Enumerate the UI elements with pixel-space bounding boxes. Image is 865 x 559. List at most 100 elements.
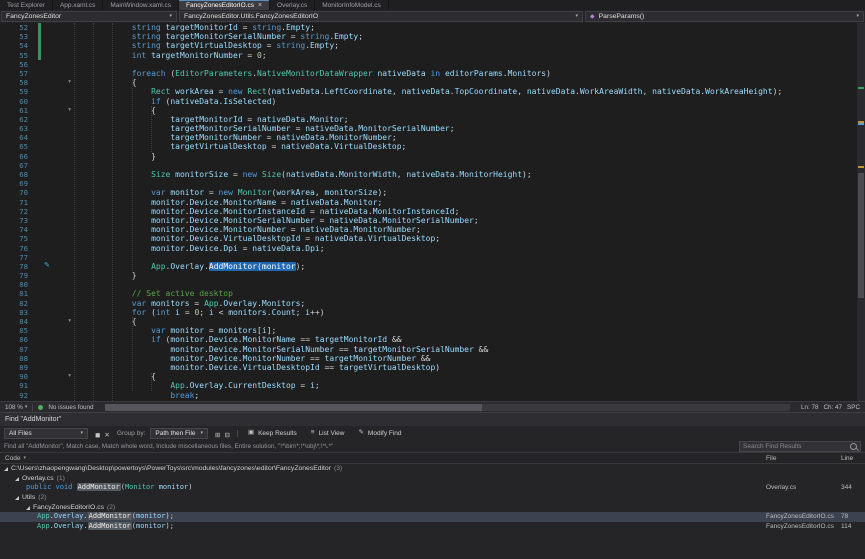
code-text: monitor.Device.MonitorSerialNumber == ta…	[74, 345, 488, 354]
modify-find-button-label: Modify Find	[368, 430, 402, 437]
tab-app-xaml-cs[interactable]: App.xaml.cs	[53, 0, 103, 10]
issues-status: No issues found	[48, 404, 93, 411]
code-line: 70 var monitor = new Monitor(workArea, m…	[0, 188, 857, 197]
result-group-row[interactable]: Overlay.cs(1)	[0, 474, 865, 484]
glyph-margin	[34, 161, 74, 170]
result-count: (1)	[57, 474, 65, 484]
code-health-icon[interactable]	[38, 405, 43, 410]
code-text: App.Overlay.CurrentDesktop = i;	[74, 381, 320, 390]
expander-icon[interactable]	[15, 477, 19, 481]
zoom-control[interactable]: 108 % ▾	[5, 404, 27, 411]
line-number: 88	[0, 354, 34, 363]
tab-fancyzoneseditorio-cs[interactable]: FancyZonesEditorIO.cs×	[179, 0, 270, 10]
result-match-row[interactable]: App.Overlay.AddMonitor(monitor);FancyZon…	[0, 522, 865, 532]
line-number: 69	[0, 179, 34, 188]
type-dropdown[interactable]: FancyZonesEditor.Utils.FancyZonesEditorI…	[179, 11, 583, 22]
close-icon[interactable]: ×	[258, 2, 262, 9]
keep-results-button[interactable]: ▣Keep Results	[243, 430, 300, 437]
column-indicator: Ch: 47	[823, 404, 842, 411]
code-line: 54 string targetVirtualDesktop = string.…	[0, 41, 857, 50]
search-find-results-box[interactable]	[739, 441, 861, 452]
keep-results-button-icon: ▣	[246, 430, 256, 437]
result-group-row[interactable]: C:\Users\zhaopengwang\Desktop\powertoys\…	[0, 464, 865, 474]
find-results-panel: Find "AddMonitor" All Files ▾ ◼✕ Group b…	[0, 412, 865, 559]
glyph-margin: ▾	[34, 372, 74, 381]
stop-search-icon[interactable]: ◼	[93, 432, 102, 439]
search-find-results-input[interactable]	[743, 443, 848, 450]
code-lines: 52 string targetMonitorId = string.Empty…	[0, 23, 857, 400]
code-line: 82 var monitors = App.Overlay.Monitors;	[0, 299, 857, 308]
result-group-row[interactable]: FancyZonesEditorIO.cs(2)	[0, 503, 865, 513]
code-text: {	[74, 372, 156, 381]
line-number: 63	[0, 124, 34, 133]
code-text: {	[74, 78, 137, 87]
expander-icon[interactable]	[26, 506, 30, 510]
project-dropdown[interactable]: FancyZonesEditor ▾	[1, 11, 177, 22]
modify-find-button[interactable]: ✎Modify Find	[353, 430, 404, 437]
code-line: 73 monitor.Device.MonitorSerialNumber = …	[0, 216, 857, 225]
fold-chevron-icon[interactable]: ▾	[68, 372, 71, 381]
expander-icon[interactable]	[4, 467, 8, 471]
glyph-margin	[34, 23, 74, 32]
scope-dropdown[interactable]: All Files ▾	[4, 428, 88, 439]
result-match-row[interactable]: public void AddMonitor(Monitor monitor)O…	[0, 483, 865, 493]
separator	[237, 430, 238, 437]
line-number: 83	[0, 308, 34, 317]
list-view-button-icon: ≡	[309, 430, 317, 437]
code-text: string targetVirtualDesktop = string.Emp…	[74, 41, 339, 50]
tab-label: Test Explorer	[7, 2, 45, 9]
glyph-margin	[34, 289, 74, 298]
indent-guide	[151, 106, 152, 152]
group-by-dropdown[interactable]: Path then File ▾	[150, 428, 208, 439]
code-line: 78✎ App.Overlay.AddMonitor(monitor);	[0, 262, 857, 271]
chevron-down-icon: ▾	[856, 14, 859, 19]
column-header-code[interactable]: Code ▾	[0, 455, 766, 462]
code-editor[interactable]: 52 string targetMonitorId = string.Empty…	[0, 23, 857, 401]
collapse-all-icon[interactable]: ⊟	[222, 432, 231, 439]
line-number: 79	[0, 271, 34, 280]
code-line: 66 }	[0, 152, 857, 161]
column-header-file[interactable]: File	[766, 455, 841, 462]
scrollbar-thumb[interactable]	[105, 404, 482, 411]
tab-overlay-cs[interactable]: Overlay.cs	[270, 0, 315, 10]
clear-all-icon[interactable]: ✕	[102, 432, 111, 439]
code-text: {	[74, 317, 137, 326]
glyph-margin	[34, 234, 74, 243]
fold-chevron-icon[interactable]: ▾	[68, 317, 71, 326]
column-header-line[interactable]: Line	[841, 455, 865, 462]
glyph-margin	[34, 271, 74, 280]
glyph-margin	[34, 345, 74, 354]
code-text: }	[74, 271, 137, 280]
line-number: 91	[0, 381, 34, 390]
list-view-button[interactable]: ≡List View	[306, 430, 348, 437]
glyph-margin	[34, 97, 74, 106]
code-text: monitor.Device.VirtualDesktopId = native…	[74, 234, 440, 243]
tab-monitorinfomodel-cs[interactable]: MonitorInfoModel.cs	[315, 0, 389, 10]
chevron-down-icon: ▾	[80, 431, 83, 436]
result-match-row[interactable]: App.Overlay.AddMonitor(monitor);FancyZon…	[0, 512, 865, 522]
scrollbar-thumb[interactable]	[858, 173, 864, 298]
line-number: 76	[0, 244, 34, 253]
result-group-label: C:\Users\zhaopengwang\Desktop\powertoys\…	[11, 464, 331, 474]
search-icon	[850, 443, 857, 450]
expander-icon[interactable]	[15, 496, 19, 500]
line-number: 81	[0, 289, 34, 298]
tab-label: App.xaml.cs	[60, 2, 95, 9]
result-group-row[interactable]: Utils(2)	[0, 493, 865, 503]
code-line: 53 string targetMonitorSerialNumber = st…	[0, 32, 857, 41]
glyph-margin	[34, 299, 74, 308]
editor-vertical-scrollbar[interactable]	[857, 23, 865, 401]
editor-horizontal-scrollbar[interactable]	[105, 404, 790, 411]
code-line: 64 targetMonitorNumber = nativeData.Moni…	[0, 133, 857, 142]
member-dropdown[interactable]: ◆ ParseParams() ▾	[585, 11, 864, 22]
tab-test-explorer[interactable]: Test Explorer	[0, 0, 53, 10]
results-header[interactable]: Code ▾ File Line	[0, 452, 865, 464]
fold-chevron-icon[interactable]: ▾	[68, 106, 71, 115]
tab-mainwindow-xaml-cs[interactable]: MainWindow.xaml.cs	[103, 0, 179, 10]
tab-label: Overlay.cs	[277, 2, 307, 9]
indent-guide	[132, 78, 133, 271]
quick-actions-icon[interactable]: ✎	[44, 261, 50, 270]
glyph-margin	[34, 335, 74, 344]
fold-chevron-icon[interactable]: ▾	[68, 78, 71, 87]
code-line: 91 App.Overlay.CurrentDesktop = i;	[0, 381, 857, 390]
